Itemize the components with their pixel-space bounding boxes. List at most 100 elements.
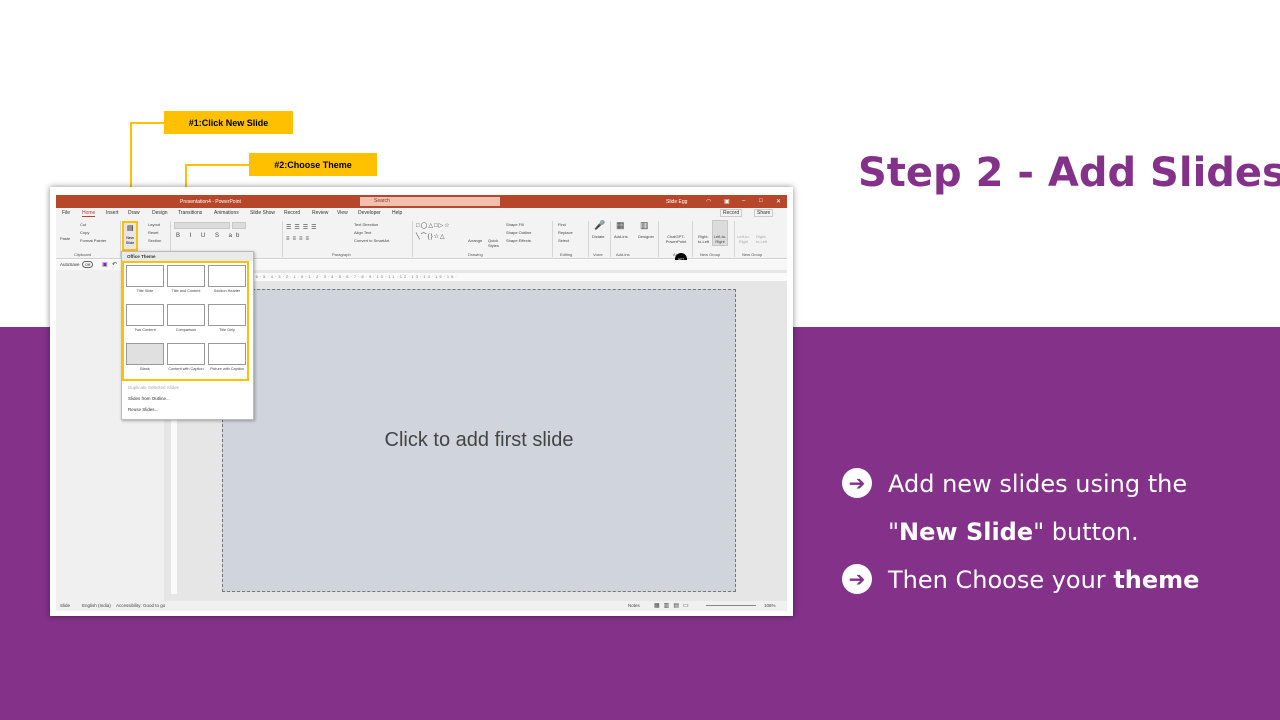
arrange-button[interactable]: Arrange xyxy=(468,238,482,243)
office-theme-header: Office Theme xyxy=(122,252,253,261)
format-painter-button[interactable]: Format Painter xyxy=(80,238,106,243)
quick-styles-button[interactable]: Quick Styles xyxy=(488,238,502,248)
bullet-item: ➔ Add new slides using the xyxy=(842,460,1262,508)
dictate-button[interactable]: Dictate xyxy=(592,234,604,239)
duplicate-slides-item[interactable]: Duplicate Selected Slides xyxy=(128,385,179,390)
font-size-select[interactable] xyxy=(232,222,246,229)
section-button[interactable]: Section xyxy=(148,238,161,243)
find-button[interactable]: Find xyxy=(558,222,566,227)
share-button[interactable]: Share xyxy=(754,209,774,217)
view-buttons-icon[interactable]: ▦▥▤▭ xyxy=(654,602,693,609)
font-name-select[interactable] xyxy=(174,222,230,229)
layout-button[interactable]: Layout xyxy=(148,222,160,227)
group-label: New Group xyxy=(700,252,721,257)
tab-design[interactable]: Design xyxy=(152,210,168,216)
minimize-icon[interactable]: – xyxy=(742,198,745,204)
tab-insert[interactable]: Insert xyxy=(106,210,119,216)
notes-button[interactable]: Notes xyxy=(628,603,640,608)
connector-line xyxy=(185,164,249,166)
layout-comparison[interactable]: Comparison xyxy=(167,304,205,332)
tab-review[interactable]: Review xyxy=(312,210,328,216)
bullet-item: ➔ Then Choose your theme xyxy=(842,556,1262,604)
align-text-button[interactable]: Align Text xyxy=(354,230,371,235)
list-icons[interactable]: ☰☰☰☰ xyxy=(286,224,320,231)
shape-fill-button[interactable]: Shape Fill xyxy=(506,222,524,227)
copy-button[interactable]: Copy xyxy=(80,230,89,235)
layout-content-with-caption[interactable]: Content with Caption xyxy=(167,343,205,371)
slides-from-outline-item[interactable]: Slides from Outline... xyxy=(128,396,170,401)
tab-record[interactable]: Record xyxy=(284,210,300,216)
ltr-button[interactable]: Left-to-Right xyxy=(712,234,728,244)
replace-button[interactable]: Replace xyxy=(558,230,573,235)
layout-section-header[interactable]: Section Header xyxy=(208,265,246,293)
new-slide-button[interactable]: ▤ New Slide xyxy=(122,221,138,251)
smartart-button[interactable]: Convert to SmartArt xyxy=(354,238,389,243)
bullet-bold-text: theme xyxy=(1113,566,1200,594)
record-button[interactable]: Record xyxy=(720,209,743,217)
layout-picture-with-caption[interactable]: Picture with Caption xyxy=(208,343,246,371)
rtl-button-disabled: Right-to-Left xyxy=(755,234,768,244)
connector-line xyxy=(130,122,164,124)
slide-placeholder[interactable]: Click to add first slide xyxy=(385,429,574,452)
tab-home[interactable]: Home xyxy=(82,210,96,217)
align-icons[interactable]: ≡≡≡≡ xyxy=(286,236,312,242)
shapes-gallery-icon[interactable]: □◯△□▷☆ xyxy=(416,222,451,229)
search-box[interactable]: Search xyxy=(360,197,500,206)
shapes-gallery-icon[interactable]: ╲⌒{}☆△ xyxy=(416,231,446,240)
layout-title-slide[interactable]: Title Slide xyxy=(126,265,164,293)
select-button[interactable]: Select xyxy=(558,238,569,243)
tab-animations[interactable]: Animations xyxy=(214,210,239,216)
text-direction-button[interactable]: Text Direction xyxy=(354,222,378,227)
user-name: Slide Egg xyxy=(666,199,688,205)
callout-click-new-slide: #1:Click New Slide xyxy=(164,111,293,134)
tab-draw[interactable]: Draw xyxy=(128,210,140,216)
font-format-icons[interactable]: B I U S ab xyxy=(176,233,243,239)
shape-effects-button[interactable]: Shape Effects xyxy=(506,238,531,243)
title-bar: Presentation4 - PowerPoint Search Slide … xyxy=(56,195,787,208)
status-accessibility[interactable]: Accessibility: Good to go xyxy=(116,603,165,608)
status-slide: Slide xyxy=(60,603,71,608)
horizontal-ruler: ·14·13·12·11·10·9·8·7·6·5·4·3·2·1·0·1·2·… xyxy=(171,273,787,281)
tab-slide-show[interactable]: Slide Show xyxy=(250,210,275,216)
reset-button[interactable]: Reset xyxy=(148,230,158,235)
save-icon[interactable]: ▣ xyxy=(102,261,108,268)
cut-button[interactable]: Cut xyxy=(80,222,86,227)
group-label: Add-ins xyxy=(616,252,630,257)
tab-transitions[interactable]: Transitions xyxy=(178,210,202,216)
designer-button[interactable]: Designer xyxy=(638,234,654,239)
tab-file[interactable]: File xyxy=(62,210,70,216)
close-icon[interactable]: ✕ xyxy=(776,198,781,205)
maximize-icon[interactable]: □ xyxy=(759,198,763,204)
quote-open: " xyxy=(888,518,900,546)
layout-gallery: Title Slide Title and Content Section He… xyxy=(122,261,249,381)
group-label: Clipboard xyxy=(74,252,92,257)
layout-title-only[interactable]: Title Only xyxy=(208,304,246,332)
quote-close: " button. xyxy=(1033,518,1139,546)
tab-view[interactable]: View xyxy=(337,210,348,216)
layout-title-and-content[interactable]: Title and Content xyxy=(167,265,205,293)
reuse-slides-item[interactable]: Reuse Slides... xyxy=(128,407,158,412)
group-label: New Group xyxy=(742,252,763,257)
tab-help[interactable]: Help xyxy=(392,210,402,216)
wifi-icon[interactable]: ◠ xyxy=(706,198,711,205)
zoom-slider[interactable] xyxy=(706,605,756,606)
chatgpt-button[interactable]: ChatGPT-PowerPoint xyxy=(664,234,688,244)
zoom-level[interactable]: 106% xyxy=(764,603,776,608)
shape-outline-button[interactable]: Shape Outline xyxy=(506,230,531,235)
addins-button[interactable]: Add-ins xyxy=(614,234,628,239)
bullet-bold-text: New Slide xyxy=(899,518,1034,546)
layout-two-content[interactable]: Two Content xyxy=(126,304,164,332)
status-language[interactable]: English (India) xyxy=(82,603,111,608)
autosave-toggle[interactable]: Off xyxy=(82,261,94,268)
ribbon-display-icon[interactable]: ▣ xyxy=(724,198,730,205)
tab-developer[interactable]: Developer xyxy=(358,210,381,216)
autosave-label: AutoSave xyxy=(60,262,80,267)
rtl-button[interactable]: Right-to-Left xyxy=(696,234,711,244)
arrow-circle-icon: ➔ xyxy=(842,564,872,594)
undo-icon[interactable]: ↶ xyxy=(112,261,117,268)
slide-canvas[interactable]: Click to add first slide xyxy=(222,289,736,592)
bullet-continuation: "New Slide" button. xyxy=(842,508,1262,556)
paste-button[interactable]: Paste xyxy=(60,236,70,241)
callout-choose-theme: #2:Choose Theme xyxy=(249,153,377,176)
layout-blank[interactable]: Blank xyxy=(126,343,164,371)
